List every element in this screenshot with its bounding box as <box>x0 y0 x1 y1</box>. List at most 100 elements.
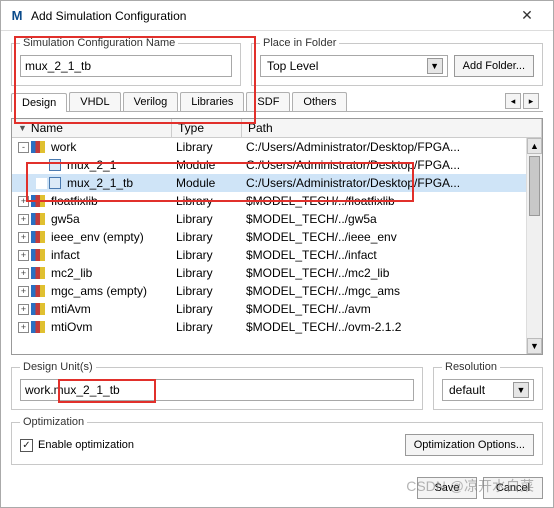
row-type: Library <box>172 248 242 262</box>
row-type: Module <box>172 176 242 190</box>
tabs: Design VHDL Verilog Libraries SDF Others… <box>11 92 543 112</box>
tree-row[interactable]: mux_2_1_tb ModuleC:/Users/Administrator/D… <box>12 174 542 192</box>
tree-row[interactable]: + ieee_env (empty) Library$MODEL_TECH/../i… <box>12 228 542 246</box>
design-unit-input[interactable] <box>20 379 414 401</box>
scroll-up-icon[interactable]: ▲ <box>527 138 542 154</box>
sim-config-name-input[interactable] <box>20 55 232 77</box>
folder-select-value: Top Level <box>267 59 318 73</box>
tree-row[interactable]: +mc2_libLibrary$MODEL_TECH/../mc2_lib <box>12 264 542 282</box>
row-name: ieee_env (empty) <box>51 230 144 244</box>
window-title: Add Simulation Configuration <box>31 9 509 23</box>
expand-icon[interactable]: + <box>18 322 29 333</box>
tree-row[interactable]: + mtiAvm Library$MODEL_TECH/../avm <box>12 300 542 318</box>
expand-icon[interactable]: + <box>18 232 29 243</box>
library-tree: ▼Name Type Path -workLibraryC:/Users/Adm… <box>11 118 543 355</box>
place-in-folder-legend: Place in Folder <box>260 37 339 49</box>
resolution-select[interactable]: default ▼ <box>442 379 534 401</box>
row-path: C:/Users/Administrator/Desktop/FPGA... <box>242 176 542 190</box>
enable-optimization-label: Enable optimization <box>38 439 134 451</box>
tabs-scroll-left[interactable]: ◂ <box>505 93 521 109</box>
col-header-type[interactable]: Type <box>172 119 242 137</box>
resolution-legend: Resolution <box>442 361 500 373</box>
dialog-footer: Save Cancel <box>1 473 553 507</box>
row-path: $MODEL_TECH/../avm <box>242 302 542 316</box>
save-button[interactable]: Save <box>417 477 477 499</box>
row-name: work <box>51 140 76 154</box>
row-type: Library <box>172 266 242 280</box>
row-name: mux_2_1_tb <box>67 176 133 190</box>
expand-icon[interactable]: + <box>18 286 29 297</box>
library-icon <box>31 231 45 243</box>
optimization-legend: Optimization <box>20 416 87 428</box>
sim-config-name-legend: Simulation Configuration Name <box>20 37 178 49</box>
row-name: mtiAvm <box>51 302 91 316</box>
library-icon <box>31 195 45 207</box>
library-icon <box>31 141 45 153</box>
tabs-scroll-right[interactable]: ▸ <box>523 93 539 109</box>
collapse-icon[interactable]: - <box>18 142 29 153</box>
row-name: mtiOvm <box>51 320 92 334</box>
close-button[interactable]: ✕ <box>509 2 545 30</box>
row-path: $MODEL_TECH/../mc2_lib <box>242 266 542 280</box>
scroll-thumb[interactable] <box>529 156 540 216</box>
tab-sdf[interactable]: SDF <box>246 92 290 111</box>
tab-verilog[interactable]: Verilog <box>123 92 179 111</box>
library-icon <box>31 213 45 225</box>
enable-optimization-checkbox[interactable]: ✓ Enable optimization <box>20 439 134 452</box>
scroll-down-icon[interactable]: ▼ <box>527 338 542 354</box>
row-type: Library <box>172 140 242 154</box>
chevron-down-icon: ▼ <box>513 382 529 398</box>
optimization-options-button[interactable]: Optimization Options... <box>405 434 534 456</box>
row-path: $MODEL_TECH/../infact <box>242 248 542 262</box>
dialog-window: M Add Simulation Configuration ✕ Simulat… <box>0 0 554 508</box>
module-icon <box>49 177 61 189</box>
optimization-group: Optimization ✓ Enable optimization Optim… <box>11 416 543 465</box>
cancel-button[interactable]: Cancel <box>483 477 543 499</box>
place-in-folder-group: Place in Folder Top Level ▼ Add Folder..… <box>251 37 543 86</box>
tree-row[interactable]: +floatfixlibLibrary$MODEL_TECH/../floatf… <box>12 192 542 210</box>
tree-row[interactable]: +gw5aLibrary$MODEL_TECH/../gw5a <box>12 210 542 228</box>
tree-header: ▼Name Type Path <box>12 119 542 138</box>
tab-design[interactable]: Design <box>11 93 67 112</box>
row-path: $MODEL_TECH/../floatfixlib <box>242 194 542 208</box>
row-type: Library <box>172 230 242 244</box>
tree-row[interactable]: +infactLibrary$MODEL_TECH/../infact <box>12 246 542 264</box>
toggle-spacer <box>36 178 47 189</box>
design-unit-group: Design Unit(s) <box>11 361 423 410</box>
tree-row[interactable]: -workLibraryC:/Users/Administrator/Deskt… <box>12 138 542 156</box>
titlebar: M Add Simulation Configuration ✕ <box>1 1 553 31</box>
tab-vhdl[interactable]: VHDL <box>69 92 120 111</box>
row-path: $MODEL_TECH/../ieee_env <box>242 230 542 244</box>
expand-icon[interactable]: + <box>18 250 29 261</box>
expand-icon[interactable]: + <box>18 304 29 315</box>
chevron-down-icon: ▼ <box>427 58 443 74</box>
folder-select[interactable]: Top Level ▼ <box>260 55 448 77</box>
expand-icon[interactable]: + <box>18 268 29 279</box>
row-path: C:/Users/Administrator/Desktop/FPGA... <box>242 158 542 172</box>
row-path: $MODEL_TECH/../mgc_ams <box>242 284 542 298</box>
design-unit-legend: Design Unit(s) <box>20 361 96 373</box>
tree-row[interactable]: +mtiOvmLibrary$MODEL_TECH/../ovm-2.1.2 <box>12 318 542 336</box>
row-name: mgc_ams (empty) <box>51 284 147 298</box>
expand-icon[interactable]: + <box>18 196 29 207</box>
add-folder-button[interactable]: Add Folder... <box>454 55 534 77</box>
checkbox-icon: ✓ <box>20 439 33 452</box>
tab-others[interactable]: Others <box>292 92 347 111</box>
tree-row[interactable]: + mgc_ams (empty) Library$MODEL_TECH/../mg… <box>12 282 542 300</box>
row-type: Library <box>172 194 242 208</box>
tree-scrollbar[interactable]: ▲ ▼ <box>526 138 542 354</box>
tab-libraries[interactable]: Libraries <box>180 92 244 111</box>
library-icon <box>31 285 45 297</box>
library-icon <box>31 321 45 333</box>
module-icon <box>49 159 61 171</box>
row-name: mux_2_1 <box>67 158 116 172</box>
col-header-name[interactable]: ▼Name <box>12 119 172 137</box>
row-type: Library <box>172 284 242 298</box>
toggle-spacer <box>36 160 47 171</box>
expand-icon[interactable]: + <box>18 214 29 225</box>
resolution-value: default <box>449 383 485 397</box>
col-header-path[interactable]: Path <box>242 119 542 137</box>
tree-row[interactable]: mux_2_1ModuleC:/Users/Administrator/Desk… <box>12 156 542 174</box>
dialog-content: Simulation Configuration Name Place in F… <box>1 31 553 473</box>
row-type: Library <box>172 302 242 316</box>
